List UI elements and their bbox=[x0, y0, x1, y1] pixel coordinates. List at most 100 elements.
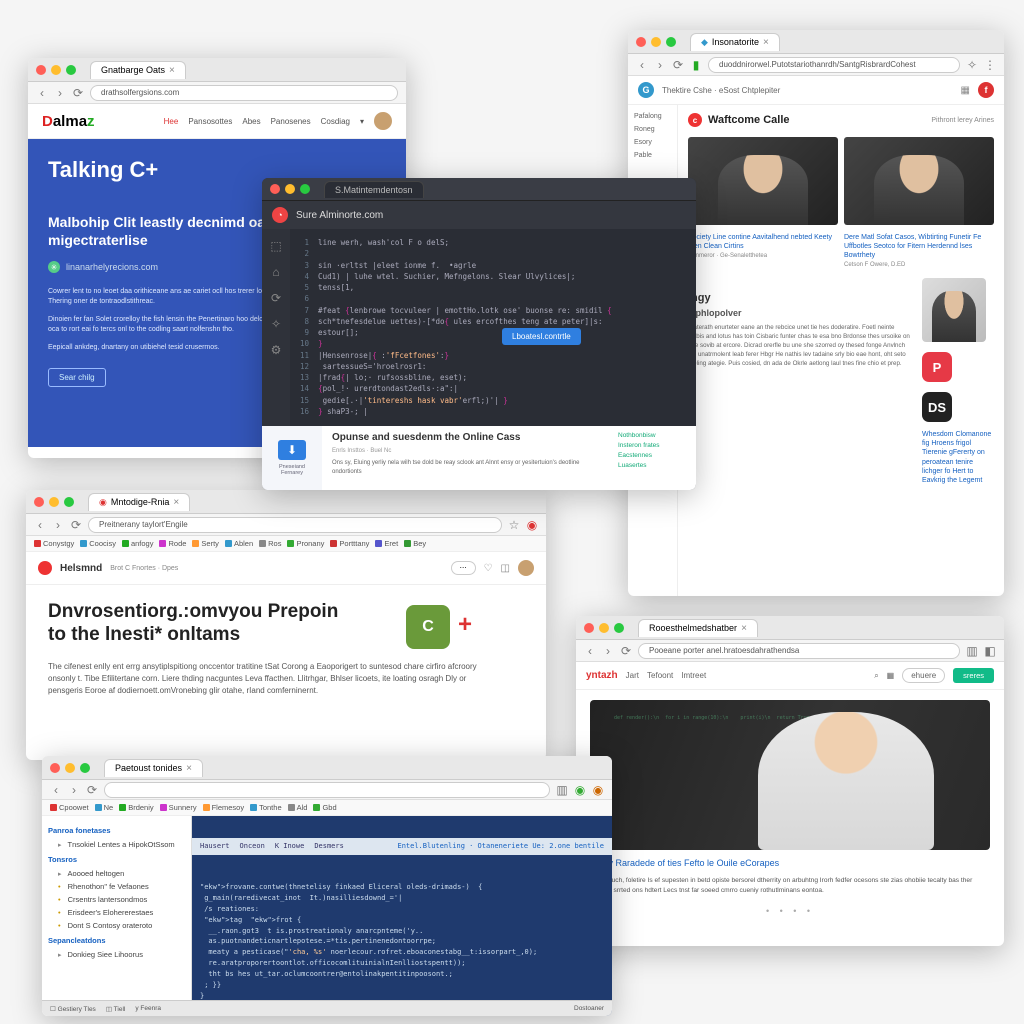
nav-link[interactable]: Jart bbox=[626, 671, 639, 680]
toolbar-item[interactable]: Ald bbox=[288, 803, 308, 812]
nav-link[interactable]: Cosdiag bbox=[321, 117, 350, 126]
pill-button[interactable]: ehuere bbox=[902, 668, 945, 683]
bookmark[interactable]: Serty bbox=[192, 539, 219, 548]
back-icon[interactable]: ‹ bbox=[50, 783, 62, 797]
minimize-icon[interactable] bbox=[285, 184, 295, 194]
refresh-icon[interactable]: ⟳ bbox=[271, 291, 281, 305]
reload-icon[interactable]: ⟳ bbox=[86, 783, 98, 797]
home-icon[interactable]: ⌂ bbox=[272, 265, 279, 279]
more-button[interactable]: ⋯ bbox=[451, 561, 476, 575]
reload-icon[interactable]: ⟳ bbox=[70, 518, 82, 532]
editor-tab[interactable]: Desmers bbox=[314, 841, 344, 852]
tree-file[interactable]: Dont S Contosy orateroto bbox=[48, 919, 185, 932]
gear-icon[interactable]: ⚙ bbox=[271, 343, 282, 357]
sidebar-item[interactable]: Esory bbox=[634, 139, 671, 146]
sparkle-icon[interactable]: ✧ bbox=[271, 317, 281, 331]
tree-file[interactable]: Rhenothon" fe Vefaones bbox=[48, 880, 185, 893]
site-brand[interactable]: Helsmnd bbox=[60, 563, 102, 574]
tree-folder[interactable]: Aoooed heltogen bbox=[48, 867, 185, 880]
tree-folder[interactable]: Donkieg Siee Lihoorus bbox=[48, 948, 185, 961]
editor-tab[interactable]: S.Matintemdentosn bbox=[324, 181, 424, 198]
toolbar-item[interactable]: Flemesoy bbox=[203, 803, 245, 812]
cta-button[interactable]: Sear chilg bbox=[48, 368, 106, 387]
minimize-icon[interactable] bbox=[599, 623, 609, 633]
star-icon[interactable]: ✧ bbox=[966, 58, 978, 72]
close-icon[interactable] bbox=[34, 497, 44, 507]
ext-icon[interactable]: ◉ bbox=[574, 783, 586, 797]
zoom-icon[interactable] bbox=[66, 65, 76, 75]
search-icon[interactable]: ⌕ bbox=[874, 671, 878, 681]
url-field[interactable]: duoddnirorwel.Putotstariothanrdh/SantgRi… bbox=[708, 57, 960, 73]
bookmark[interactable]: Eret bbox=[375, 539, 398, 548]
close-icon[interactable] bbox=[50, 763, 60, 773]
ext-icon[interactable]: ▥ bbox=[556, 783, 568, 797]
sidebar-item[interactable]: Pable bbox=[634, 152, 671, 159]
editor-tab[interactable]: Onceon bbox=[240, 841, 265, 852]
nav-link[interactable]: Tefoont bbox=[647, 671, 673, 680]
url-field[interactable]: Pooeane porter anel.hratoesdahrathendsa bbox=[638, 643, 960, 659]
tab-close-icon[interactable]: × bbox=[169, 65, 175, 76]
zoom-icon[interactable] bbox=[614, 623, 624, 633]
download-icon[interactable]: ⬇ bbox=[278, 440, 306, 460]
bookmark[interactable]: Portttany bbox=[330, 539, 369, 548]
bookmark[interactable]: Ros bbox=[259, 539, 281, 548]
nav-link[interactable]: Pansosottes bbox=[188, 117, 232, 126]
chevron-down-icon[interactable]: ▾ bbox=[360, 117, 364, 126]
ext-icon[interactable]: ◉ bbox=[526, 518, 538, 532]
minimize-icon[interactable] bbox=[651, 37, 661, 47]
editor-tab[interactable]: Hausert bbox=[200, 841, 230, 852]
nav-link[interactable]: Imtreet bbox=[681, 671, 706, 680]
bookmark[interactable]: Coocisy bbox=[80, 539, 116, 548]
thumb-caption[interactable]: Society Line contine Aavitalhend nebted … bbox=[688, 233, 838, 251]
zoom-icon[interactable] bbox=[666, 37, 676, 47]
nav-link[interactable]: Abes bbox=[242, 117, 260, 126]
toolbar-item[interactable]: Sunnery bbox=[160, 803, 197, 812]
toolbar-item[interactable]: Gbd bbox=[313, 803, 336, 812]
reload-icon[interactable]: ⟳ bbox=[672, 58, 684, 72]
zoom-icon[interactable] bbox=[80, 763, 90, 773]
grid-icon[interactable]: ▦ bbox=[887, 671, 895, 680]
minimize-icon[interactable] bbox=[65, 763, 75, 773]
related-thumb[interactable] bbox=[922, 278, 986, 342]
bookmark[interactable]: Bey bbox=[404, 539, 426, 548]
bell-icon[interactable]: ◫ bbox=[501, 563, 510, 574]
site-logo[interactable]: yntazh bbox=[586, 670, 618, 681]
status-item[interactable]: Dostoaner bbox=[574, 1005, 604, 1012]
forward-icon[interactable]: › bbox=[602, 644, 614, 658]
files-icon[interactable]: ⬚ bbox=[270, 239, 281, 253]
site-logo[interactable]: Dalmaz bbox=[42, 113, 95, 130]
bookmark[interactable]: Rode bbox=[159, 539, 186, 548]
status-item[interactable]: y Feenra bbox=[135, 1005, 161, 1012]
article-caption[interactable]: Frony Raradede of ties Fefto le Ouile eC… bbox=[576, 858, 1004, 868]
forward-icon[interactable]: › bbox=[52, 518, 64, 532]
video-thumb[interactable] bbox=[844, 137, 994, 225]
app-badge[interactable]: P bbox=[922, 352, 952, 382]
reload-icon[interactable]: ⟳ bbox=[620, 644, 632, 658]
related-caption[interactable]: Whesdom Clomanone fig Hroens frigol Tier… bbox=[922, 430, 994, 485]
site-logo[interactable] bbox=[38, 561, 52, 575]
avatar[interactable]: ◉ bbox=[592, 783, 604, 797]
sidebar-item[interactable]: Roneg bbox=[634, 126, 671, 133]
link[interactable]: Nothbonbisw bbox=[618, 432, 690, 439]
status-item[interactable]: ◫ Tiell bbox=[106, 1005, 126, 1013]
forward-icon[interactable]: › bbox=[654, 58, 666, 72]
bookmark[interactable]: Ablen bbox=[225, 539, 253, 548]
primary-button[interactable]: sreres bbox=[953, 668, 994, 683]
grid-icon[interactable]: ▦ bbox=[961, 85, 970, 96]
pagination-dots[interactable]: • • • • bbox=[576, 906, 1004, 916]
status-item[interactable]: ☐ Gestiery Tles bbox=[50, 1005, 96, 1013]
close-icon[interactable] bbox=[584, 623, 594, 633]
nav-link[interactable]: Panosenes bbox=[271, 117, 311, 126]
tree-file[interactable]: Erisdeer's Elohererestaes bbox=[48, 906, 185, 919]
bookmark[interactable]: Pronany bbox=[287, 539, 324, 548]
toolbar-item[interactable]: Cpoowet bbox=[50, 803, 89, 812]
bookmark[interactable]: Conystgy bbox=[34, 539, 74, 548]
run-button[interactable]: Lboatesl.contrtle bbox=[502, 328, 581, 345]
toolbar-item[interactable]: Ne bbox=[95, 803, 114, 812]
toolbar-item[interactable]: Brdeniy bbox=[119, 803, 153, 812]
nav-link[interactable]: Hee bbox=[164, 117, 179, 126]
code-editor[interactable]: Hausert Onceon K Inowe Desmers Entel.Blu… bbox=[192, 816, 612, 1016]
forward-icon[interactable]: › bbox=[54, 86, 66, 100]
app-icon[interactable]: G bbox=[638, 82, 654, 98]
back-icon[interactable]: ‹ bbox=[584, 644, 596, 658]
